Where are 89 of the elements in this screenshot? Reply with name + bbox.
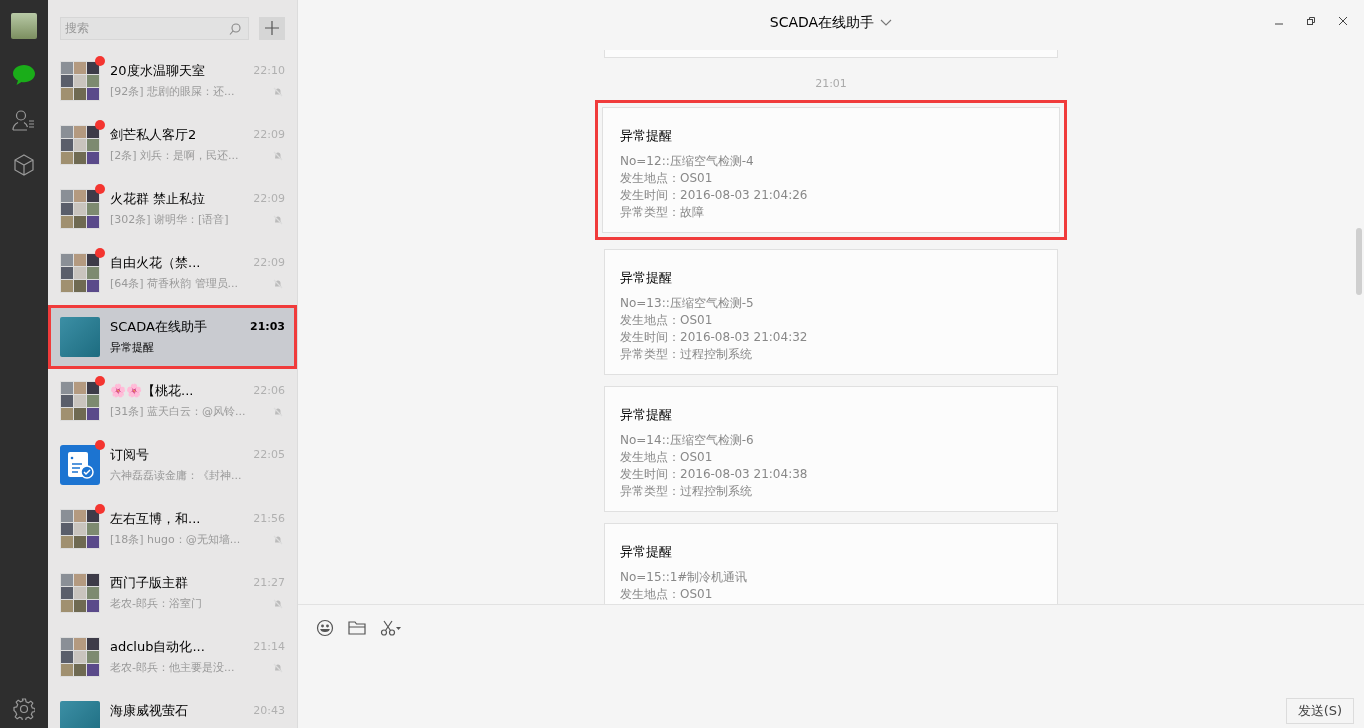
send-button[interactable]: 发送(S) <box>1286 698 1354 724</box>
chat-item[interactable]: adclub自动化... 21:14 老农-郎兵：他主要是没... <box>48 625 297 689</box>
logo-placeholder <box>60 317 100 357</box>
chat-item[interactable]: 剑芒私人客厅2 22:09 [2条] 刘兵：是啊，民还... <box>48 113 297 177</box>
chat-time: 22:09 <box>253 191 285 207</box>
chat-name: 火花群 禁止私拉 <box>110 190 206 207</box>
scissors-icon[interactable] <box>380 620 402 636</box>
restore-icon[interactable] <box>1306 16 1316 26</box>
group-avatar <box>60 509 100 549</box>
chat-preview: 六神磊磊读金庸：《封神... <box>110 468 242 484</box>
document-check-icon <box>60 445 100 485</box>
cube-icon[interactable] <box>13 154 35 176</box>
chat-name: 🌸🌸【桃花... <box>110 382 194 399</box>
chat-item[interactable]: 左右互博，和... 21:56 [18条] hugo：@无知墙... <box>48 497 297 561</box>
group-avatar <box>60 381 100 421</box>
plus-icon <box>265 21 279 35</box>
chat-item[interactable]: 🌸🌸【桃花... 22:06 [31条] 蓝天白云：@风铃... <box>48 369 297 433</box>
chat-preview: [18条] hugo：@无知墙... <box>110 532 241 548</box>
message-title: 异常提醒 <box>620 270 673 286</box>
message-line: 发生时间：2016-08-03 21:04:38 <box>620 466 809 483</box>
message-line: No=13::压缩空气检测-5 <box>620 295 755 312</box>
chevron-down-icon[interactable] <box>880 19 893 27</box>
smiley-icon[interactable] <box>316 619 334 637</box>
group-avatar <box>60 61 100 101</box>
chat-name: 左右互博，和... <box>110 510 201 527</box>
contacts-icon[interactable] <box>12 109 36 131</box>
message-line: 发生地点：OS01 <box>620 449 714 466</box>
chat-bubble-icon[interactable] <box>12 64 36 86</box>
group-avatar <box>60 573 100 613</box>
chat-time: 22:06 <box>253 383 285 399</box>
message-line: 发生地点：OS01 <box>620 170 714 187</box>
chat-preview: [2条] 刘兵：是啊，民还... <box>110 148 239 164</box>
chat-name: adclub自动化... <box>110 638 205 655</box>
chat-item[interactable]: 订阅号 22:05 六神磊磊读金庸：《封神... <box>48 433 297 497</box>
chat-name: 20度水温聊天室 <box>110 62 205 79</box>
message-line: 发生地点：OS01 <box>620 586 714 603</box>
chat-time: 22:10 <box>253 63 285 79</box>
chat-time: 21:27 <box>253 575 285 591</box>
settings-icon[interactable] <box>13 698 35 720</box>
chat-item[interactable]: SCADA在线助手 21:03 异常提醒 <box>48 305 297 369</box>
chat-name: SCADA在线助手 <box>110 318 207 335</box>
message-line: 发生地点：OS01 <box>620 312 714 329</box>
chat-name: 自由火花（禁... <box>110 254 201 271</box>
chat-preview: 异常提醒 <box>110 340 154 356</box>
chat-time: 21:14 <box>253 639 285 655</box>
chat-name: 西门子版主群 <box>110 574 188 591</box>
chat-preview: [31条] 蓝天白云：@风铃... <box>110 404 246 420</box>
close-icon[interactable] <box>1338 16 1348 26</box>
add-button[interactable] <box>259 16 285 40</box>
search-field[interactable]: 搜索 <box>60 16 249 40</box>
chat-time: 21:56 <box>253 511 285 527</box>
chat-time: 21:03 <box>250 319 285 335</box>
message-line: 异常类型：过程控制系统 <box>620 483 753 500</box>
chat-time: 22:09 <box>253 127 285 143</box>
group-avatar <box>60 125 100 165</box>
search-icon <box>229 22 241 35</box>
message-line: 异常类型：故障 <box>620 204 705 221</box>
group-avatar <box>60 637 100 677</box>
folder-icon[interactable] <box>348 620 366 636</box>
chat-item[interactable]: 火花群 禁止私拉 22:09 [302条] 谢明华：[语音] <box>48 177 297 241</box>
chat-item[interactable]: 海康威视萤石 20:43 <box>48 689 297 728</box>
message-line: 异常类型：过程控制系统 <box>620 346 753 363</box>
message-title: 异常提醒 <box>620 544 673 560</box>
chat-time: 20:43 <box>253 703 285 719</box>
group-avatar <box>60 189 100 229</box>
message-line: No=15::1#制冷机通讯 <box>620 569 749 586</box>
chat-name: 海康威视萤石 <box>110 702 188 719</box>
chat-time: 22:05 <box>253 447 285 463</box>
chat-name: 订阅号 <box>110 446 149 463</box>
chat-preview: [92条] 悲剧的眼屎：还... <box>110 84 235 100</box>
chat-preview: [64条] 荷香秋韵 管理员... <box>110 276 239 292</box>
chat-preview: 老农-郎兵：他主要是没... <box>110 660 235 676</box>
message-title: 异常提醒 <box>620 407 673 423</box>
message-line: 发生时间：2016-08-03 21:04:32 <box>620 329 809 346</box>
chat-name: 剑芒私人客厅2 <box>110 126 197 143</box>
chat-item[interactable]: 西门子版主群 21:27 老农-郎兵：浴室门 <box>48 561 297 625</box>
message-line: No=12::压缩空气检测-4 <box>620 153 755 170</box>
message-time: 21:01 <box>814 77 848 91</box>
chat-item[interactable]: 20度水温聊天室 22:10 [92条] 悲剧的眼屎：还... <box>48 49 297 113</box>
message-line: No=14::压缩空气检测-6 <box>620 432 755 449</box>
group-avatar <box>60 253 100 293</box>
message-title: 异常提醒 <box>620 128 673 144</box>
chat-preview: 老农-郎兵：浴室门 <box>110 596 202 612</box>
chat-preview: [302条] 谢明华：[语音] <box>110 212 229 228</box>
chat-item[interactable]: 自由火花（禁... 22:09 [64条] 荷香秋韵 管理员... <box>48 241 297 305</box>
message-line: 发生时间：2016-08-03 21:04:26 <box>620 187 809 204</box>
conversation-title[interactable]: SCADA在线助手 <box>769 14 875 32</box>
scrollbar-thumb[interactable] <box>1356 228 1362 295</box>
chat-time: 22:09 <box>253 255 285 271</box>
